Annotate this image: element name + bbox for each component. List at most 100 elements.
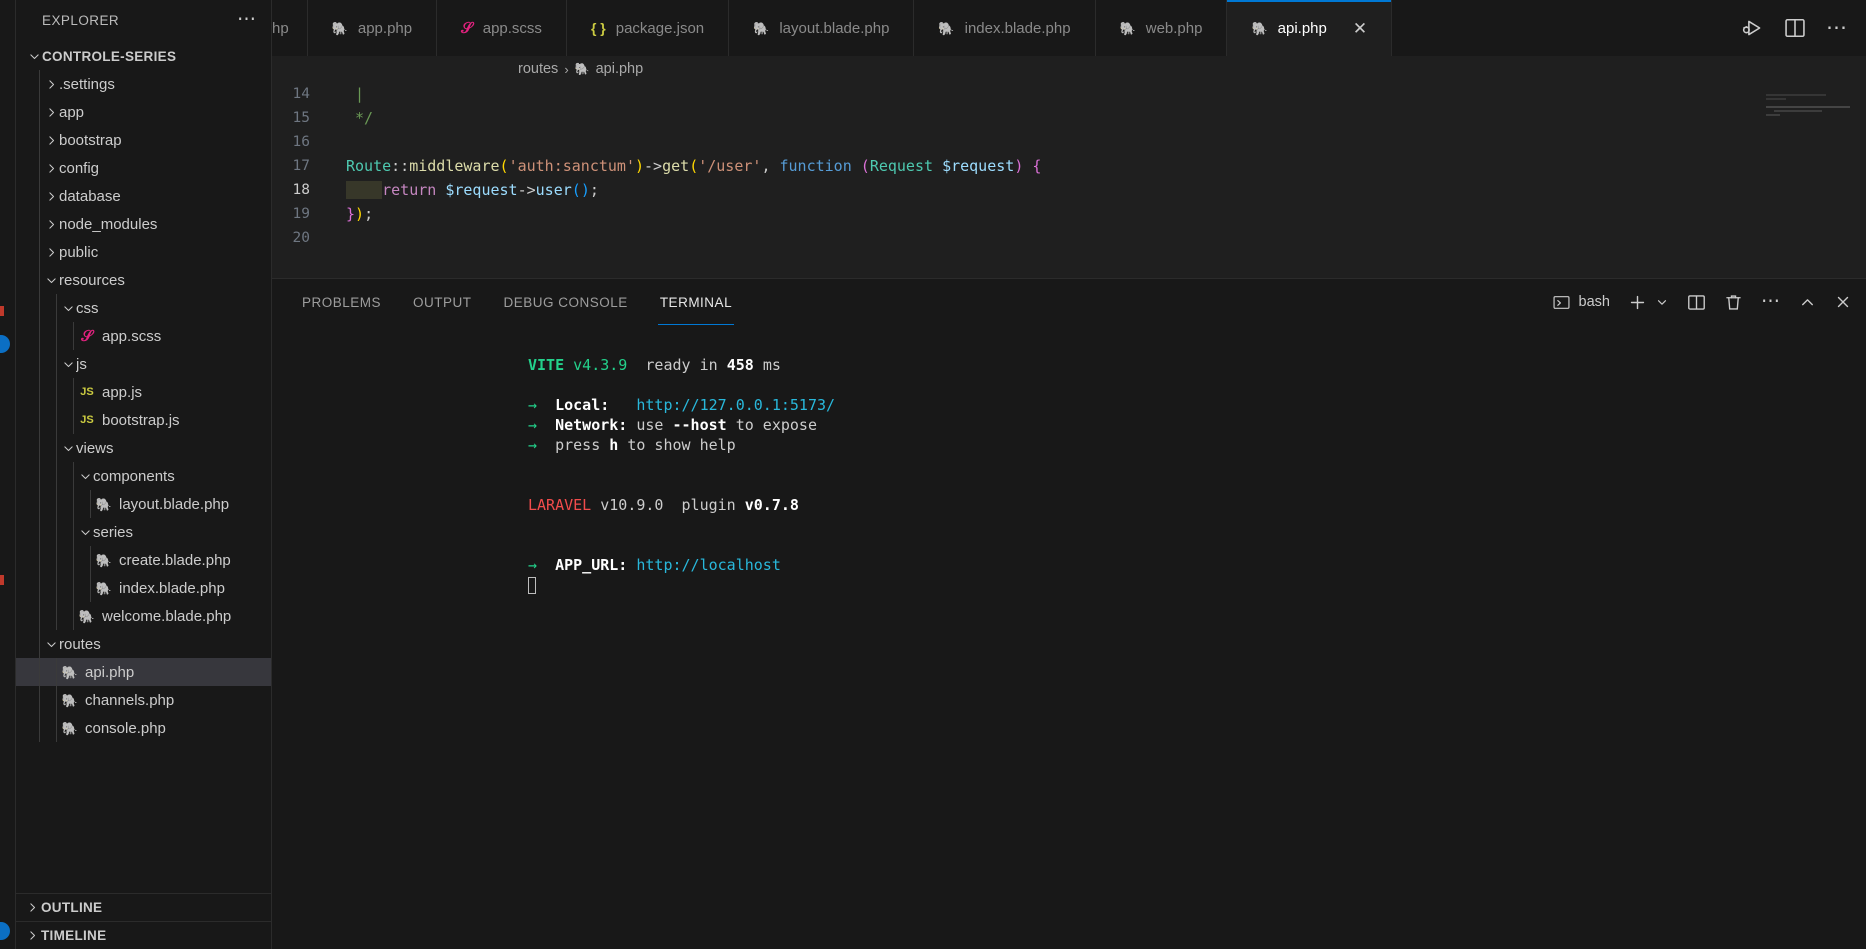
sass-icon: 𝒮 <box>81 327 93 345</box>
maximize-panel-icon[interactable] <box>1799 294 1816 311</box>
tree-root-controle-series[interactable]: CONTROLE-SERIES <box>16 42 271 70</box>
code-line[interactable]: 20 <box>272 226 1866 250</box>
editor-tabbar[interactable]: hp 🐘 app.php 𝒮app.scss { } package.json 🐘 layou… <box>272 0 1866 56</box>
tree-item-database[interactable]: database <box>16 182 271 210</box>
tree-item-resources[interactable]: resources <box>16 266 271 294</box>
terminal-line-vite: VITE v4.3.9 ready in 458 ms <box>272 355 1866 375</box>
split-editor-icon[interactable] <box>1784 17 1806 39</box>
terminal-more-icon[interactable]: ⋯ <box>1761 292 1781 311</box>
editor-tab-app-scss[interactable]: 𝒮app.scss <box>437 0 567 56</box>
panel-tab-terminal[interactable]: TERMINAL <box>644 279 748 325</box>
code-line[interactable]: 15 */ <box>272 106 1866 130</box>
tab-label: app.scss <box>482 19 542 37</box>
line-content[interactable]: Route::middleware('auth:sanctum')->get('… <box>324 157 1041 175</box>
laravel-name: LARAVEL <box>528 496 592 514</box>
tree-item-channels-php[interactable]: 🐘 channels.php <box>16 686 271 714</box>
chevron-down-icon[interactable] <box>1655 295 1669 309</box>
new-terminal-icon[interactable] <box>1628 293 1647 312</box>
close-tab-icon[interactable]: ✕ <box>1353 20 1367 37</box>
tree-item-bootstrap[interactable]: bootstrap <box>16 126 271 154</box>
tree-item-console-php[interactable]: 🐘 console.php <box>16 714 271 742</box>
close-panel-icon[interactable] <box>1834 293 1852 311</box>
tree-item-config[interactable]: config <box>16 154 271 182</box>
editor-tab-layout-blade-php[interactable]: 🐘 layout.blade.php <box>729 0 915 56</box>
php-icon: 🐘 <box>95 580 113 596</box>
file-tree[interactable]: CONTROLE-SERIES .settings app bootstrap conf… <box>16 40 271 893</box>
terminal-prompt[interactable] <box>272 575 1866 595</box>
local-url[interactable]: http://127.0.0.1:5173/ <box>636 396 835 414</box>
editor-tab-index-blade-php[interactable]: 🐘 index.blade.php <box>914 0 1096 56</box>
sidebar-section-outline[interactable]: OUTLINE <box>16 893 271 921</box>
panel-tabs[interactable]: PROBLEMS OUTPUT DEBUG CONSOLE TERMINAL <box>286 279 748 325</box>
tree-item-views[interactable]: views <box>16 434 271 462</box>
editor-tab-app-php[interactable]: 🐘 app.php <box>307 0 438 56</box>
code-editor[interactable]: 14 | 15 */16 17 Route::middleware('auth:san… <box>272 82 1866 278</box>
tree-item-node-modules[interactable]: node_modules <box>16 210 271 238</box>
line-content[interactable]: return $request->user(); <box>324 181 599 199</box>
tree-item-app-scss[interactable]: 𝒮app.scss <box>16 322 271 350</box>
tree-item-bootstrap-js[interactable]: JS bootstrap.js <box>16 406 271 434</box>
tree-item-css[interactable]: css <box>16 294 271 322</box>
tree-item-settings[interactable]: .settings <box>16 70 271 98</box>
vite-name: VITE <box>528 356 565 374</box>
panel-actions[interactable]: bash ⋯ <box>1553 292 1852 312</box>
code-line[interactable]: 16 <box>272 130 1866 154</box>
file-icon: 🐘 <box>60 722 80 735</box>
editor-tab-package-json[interactable]: { } package.json <box>566 0 730 56</box>
line-content[interactable]: }); <box>324 205 373 223</box>
line-content[interactable]: | <box>324 85 364 103</box>
panel-tab-output[interactable]: OUTPUT <box>397 279 488 325</box>
tree-item-public[interactable]: public <box>16 238 271 266</box>
code-lines[interactable]: 14 | 15 */16 17 Route::middleware('auth:san… <box>272 82 1866 250</box>
editor-tab-api-php[interactable]: 🐘 api.php ✕ <box>1227 0 1393 56</box>
tree-item-layout-blade-php[interactable]: 🐘 layout.blade.php <box>16 490 271 518</box>
vscode-window: EXPLORER ⋯ CONTROLE-SERIES .settings app bo… <box>0 0 1866 949</box>
breadcrumb-folder[interactable]: routes <box>518 61 558 77</box>
terminal-output[interactable]: VITE v4.3.9 ready in 458 ms → Local: htt… <box>272 325 1866 949</box>
activity-bar[interactable] <box>0 0 16 949</box>
tree-item-index-blade-php[interactable]: 🐘 index.blade.php <box>16 574 271 602</box>
more-actions-icon[interactable]: ⋯ <box>1826 17 1848 38</box>
tree-item-js[interactable]: js <box>16 350 271 378</box>
editor-actions[interactable]: ⋯ <box>1724 0 1866 56</box>
code-line[interactable]: 18 return $request->user(); <box>272 178 1866 202</box>
tree-item-create-blade-php[interactable]: 🐘 create.blade.php <box>16 546 271 574</box>
ellipsis-icon[interactable]: ⋯ <box>231 10 263 29</box>
file-icon: 🐘 <box>94 498 114 511</box>
code-line[interactable]: 17 Route::middleware('auth:sanctum')->get… <box>272 154 1866 178</box>
editor-tab-hp[interactable]: hp <box>272 0 308 56</box>
editor-tab-web-php[interactable]: 🐘 web.php <box>1095 0 1228 56</box>
tab-label: package.json <box>615 19 705 37</box>
kill-terminal-icon[interactable] <box>1724 293 1743 312</box>
appurl-url[interactable]: http://localhost <box>636 556 781 574</box>
code-line[interactable]: 19}); <box>272 202 1866 226</box>
line-content[interactable]: */ <box>324 109 373 127</box>
run-and-debug-icon[interactable] <box>1742 17 1764 39</box>
activity-badge[interactable] <box>0 922 10 940</box>
terminal-shell-selector[interactable]: bash <box>1553 294 1610 311</box>
tree-item-api-php[interactable]: 🐘 api.php <box>16 658 271 686</box>
sidebar-section-timeline[interactable]: TIMELINE <box>16 921 271 949</box>
sidebar-section-label: OUTLINE <box>41 900 103 915</box>
tree-item-routes[interactable]: routes <box>16 630 271 658</box>
tree-item-components[interactable]: components <box>16 462 271 490</box>
tree-item-app-js[interactable]: JS app.js <box>16 378 271 406</box>
terminal-line-laravel: LARAVEL v10.9.0 plugin v0.7.8 <box>272 495 1866 515</box>
breadcrumb[interactable]: routes › 🐘 api.php <box>272 56 1866 82</box>
minimap[interactable] <box>1766 94 1852 134</box>
panel-tab-problems[interactable]: PROBLEMS <box>286 279 397 325</box>
code-line[interactable]: 14 | <box>272 82 1866 106</box>
breadcrumb-file[interactable]: api.php <box>596 61 644 77</box>
json-icon: { } <box>590 19 606 36</box>
tree-item-app[interactable]: app <box>16 98 271 126</box>
tree-item-welcome-blade-php[interactable]: 🐘 welcome.blade.php <box>16 602 271 630</box>
tree-item-series[interactable]: series <box>16 518 271 546</box>
panel-tab-debug-console[interactable]: DEBUG CONSOLE <box>488 279 644 325</box>
chevron-right-icon: › <box>564 61 569 77</box>
tab-file-icon: 🐘 <box>1251 20 1267 37</box>
file-icon: 🐘 <box>77 610 97 623</box>
explorer-actions[interactable]: ⋯ <box>231 10 263 29</box>
terminal-shell-label: bash <box>1578 294 1610 310</box>
split-terminal-icon[interactable] <box>1687 293 1706 312</box>
activity-badge[interactable] <box>0 335 10 353</box>
